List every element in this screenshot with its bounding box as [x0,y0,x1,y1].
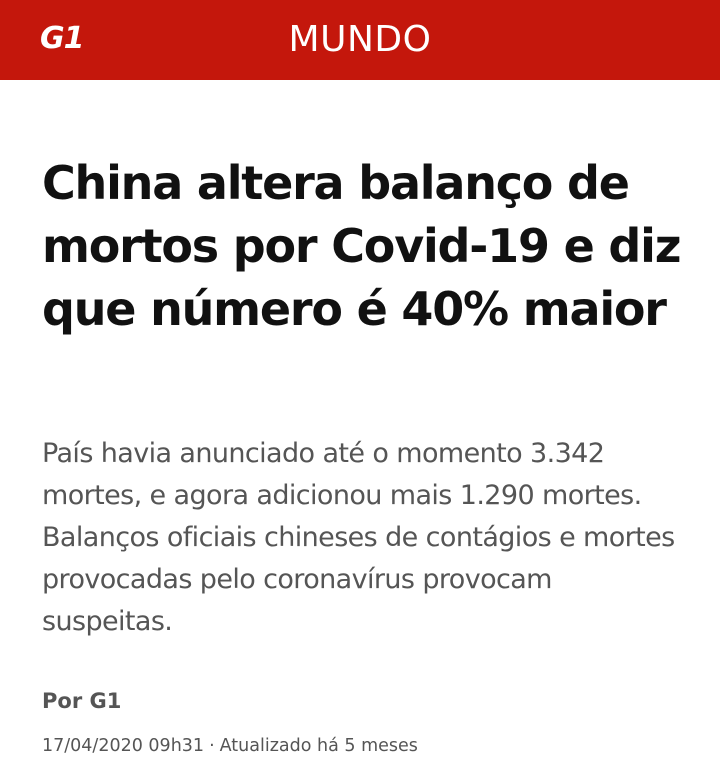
article-metadata: 17/04/2020 09h31 · Atualizado há 5 meses [42,735,418,757]
article-title: China altera balanço de mortos por Covid… [42,156,681,336]
section-title[interactable]: MUNDO [0,0,720,80]
publish-date: 17/04/2020 09h31 [42,736,205,756]
updated-time: Atualizado há 5 meses [219,736,418,756]
article-byline: Por G1 [42,689,122,713]
metadata-separator: · [209,736,215,756]
top-bar: G1 MUNDO [0,0,720,80]
article-summary: País havia anunciado até o momento 3.342… [42,438,675,637]
